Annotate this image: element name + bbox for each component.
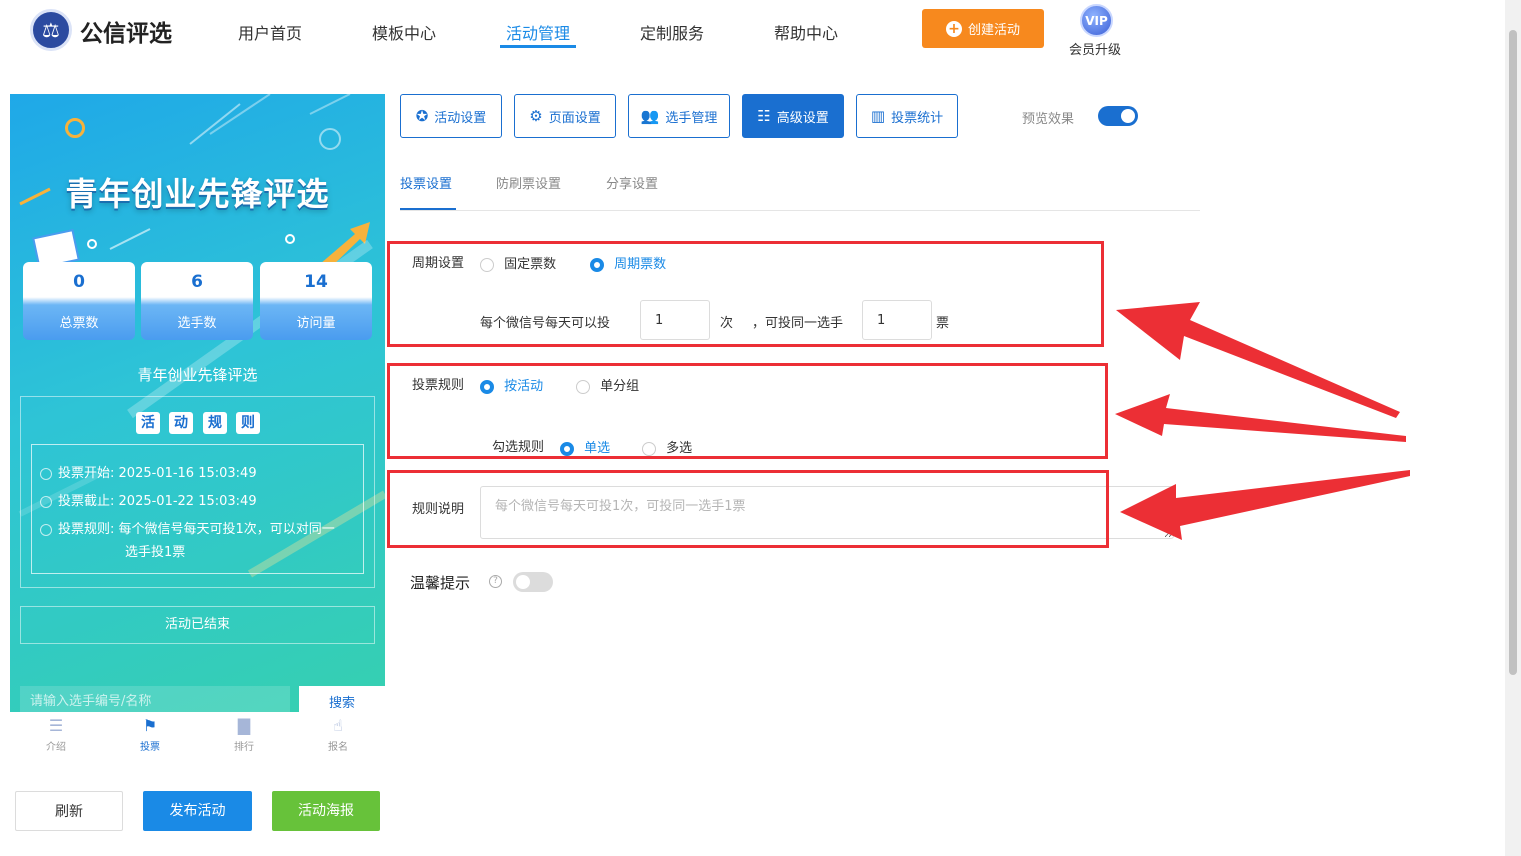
annotation-box-rules: [387, 363, 1108, 459]
rule-end-time: 投票截止: 2025-01-22 15:03:49: [40, 490, 257, 509]
toolbar-label: 高级设置: [776, 110, 829, 126]
rules-heading-char: 则: [236, 412, 260, 434]
activity-poster-button[interactable]: 活动海报: [272, 791, 380, 831]
hand-icon: ☝: [333, 716, 343, 735]
refresh-button[interactable]: 刷新: [15, 791, 123, 831]
stat-value: 6: [191, 272, 203, 292]
mobile-preview: 青年创业先锋评选 0 总票数 6 选手数 14 访问量 青年创业先锋评选 活 动…: [10, 94, 385, 712]
rule-value: 2025-01-16 15:03:49: [118, 466, 257, 481]
activity-settings-button[interactable]: ✪ 活动设置: [400, 94, 502, 138]
subtab-vote-settings[interactable]: 投票设置: [400, 173, 452, 192]
toolbar-label: 投票统计: [891, 110, 944, 126]
help-icon[interactable]: ?: [489, 575, 502, 588]
tab-label: 报名: [328, 742, 348, 753]
info-icon: [40, 523, 52, 536]
publish-activity-button[interactable]: 发布活动: [143, 791, 252, 831]
rule-vote-rule-cont: 选手投1票: [125, 545, 186, 560]
page-settings-button[interactable]: ⚙ 页面设置: [514, 94, 616, 138]
create-activity-label: 创建活动: [967, 23, 1020, 38]
vip-badge-icon[interactable]: VIP: [1080, 4, 1113, 37]
activity-ended-status: 活动已结束: [20, 606, 375, 644]
flag-icon: ⚑: [142, 716, 158, 735]
rules-heading-char: 活: [136, 412, 160, 434]
create-activity-button[interactable]: + 创建活动: [922, 9, 1044, 48]
bar-chart-icon: ▇: [237, 716, 251, 735]
rule-vote-rule: 投票规则: 每个微信号每天可投1次，可以对同一: [40, 518, 335, 537]
stat-total-votes: 0 总票数: [23, 262, 135, 340]
search-button[interactable]: 搜索: [299, 686, 385, 712]
preview-effect-toggle[interactable]: [1098, 106, 1138, 126]
users-icon: 👥: [640, 107, 660, 125]
deco-ring: [65, 118, 85, 138]
tab-vote[interactable]: ⚑ 投票: [120, 716, 180, 753]
tab-intro[interactable]: ☰ 介绍: [26, 716, 86, 753]
warm-tip-label: 温馨提示: [410, 574, 471, 592]
rule-label: 投票开始:: [58, 466, 115, 481]
rule-value: 每个微信号每天可投1次，可以对同一: [118, 522, 335, 537]
contestant-search-input[interactable]: [20, 686, 290, 712]
tab-label: 投票: [140, 742, 160, 753]
logo-text: 公信评选: [80, 21, 172, 47]
toolbar-label: 选手管理: [665, 110, 718, 126]
rule-label: 投票规则:: [58, 522, 115, 537]
clock-icon: [40, 495, 52, 508]
vote-statistics-button[interactable]: ▥ 投票统计: [856, 94, 958, 138]
stat-contestants: 6 选手数: [141, 262, 253, 340]
subtab-divider: [400, 210, 1200, 211]
contestant-management-button[interactable]: 👥 选手管理: [628, 94, 730, 138]
nav-active-underline: [500, 45, 576, 48]
mobile-tabbar: ☰ 介绍 ⚑ 投票 ▇ 排行 ☝ 报名: [10, 712, 385, 762]
vip-upgrade-link[interactable]: 会员升级: [1069, 39, 1121, 58]
stats-icon: ▥: [870, 107, 886, 125]
toolbar-label: 页面设置: [548, 110, 601, 126]
rule-label: 投票截止:: [58, 494, 115, 509]
banner-title: 青年创业先锋评选: [65, 175, 330, 213]
list-icon: ☰: [48, 716, 64, 735]
rule-start-time: 投票开始: 2025-01-16 15:03:49: [40, 462, 257, 481]
rules-heading-char: 规: [203, 412, 227, 434]
contestant-search: 搜索: [20, 686, 385, 712]
nav-user-home[interactable]: 用户首页: [238, 20, 302, 44]
stat-label: 总票数: [59, 316, 99, 331]
advanced-settings-button[interactable]: ☷ 高级设置: [742, 94, 844, 138]
rule-value: 2025-01-22 15:03:49: [118, 494, 257, 509]
nav-template-center[interactable]: 模板中心: [372, 20, 436, 44]
subtab-anti-fraud[interactable]: 防刷票设置: [496, 173, 561, 192]
sliders-icon: ☷: [757, 107, 771, 125]
page-scrollbar-thumb[interactable]: [1509, 30, 1517, 675]
warm-tip-toggle[interactable]: [513, 572, 553, 592]
stat-value: 14: [304, 272, 328, 292]
plus-circle-icon: +: [945, 20, 962, 37]
stat-value: 0: [73, 272, 85, 292]
clock-icon: [40, 467, 52, 480]
stat-label: 选手数: [177, 316, 217, 331]
subtab-share-settings[interactable]: 分享设置: [606, 173, 658, 192]
tab-label: 排行: [234, 742, 254, 753]
gear-icon: ⚙: [529, 107, 543, 125]
rules-heading-char: 动: [169, 412, 193, 434]
tab-signup[interactable]: ☝ 报名: [308, 716, 368, 753]
stat-label: 访问量: [296, 316, 336, 331]
nav-help-center[interactable]: 帮助中心: [774, 20, 838, 44]
tab-ranking[interactable]: ▇ 排行: [214, 716, 274, 753]
nav-custom-service[interactable]: 定制服务: [640, 20, 704, 44]
nav-activity-management[interactable]: 活动管理: [506, 20, 570, 44]
annotation-box-cycle: [387, 241, 1104, 347]
toolbar-label: 活动设置: [434, 110, 487, 126]
logo-scales-icon: ⚖: [30, 9, 72, 51]
subtab-active-underline: [400, 208, 456, 210]
arrow-to-desc: [1120, 470, 1410, 540]
stat-visits: 14 访问量: [260, 262, 372, 340]
annotation-arrows: [1115, 302, 1410, 540]
star-icon: ✪: [415, 107, 429, 125]
tab-label: 介绍: [46, 742, 66, 753]
activity-subtitle: 青年创业先锋评选: [137, 366, 258, 384]
preview-effect-label: 预览效果: [1022, 112, 1075, 127]
annotation-box-desc: [387, 470, 1109, 548]
